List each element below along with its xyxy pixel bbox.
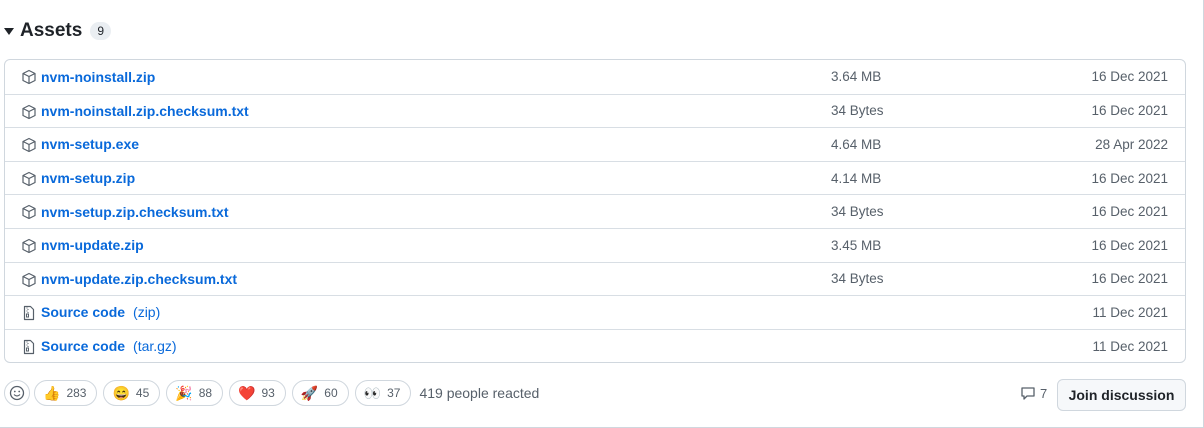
asset-date: 28 Apr 2022 bbox=[1095, 136, 1168, 152]
asset-name: nvm-noinstall.zip bbox=[41, 68, 156, 85]
asset-download-link[interactable]: nvm-setup.zip bbox=[41, 170, 135, 186]
package-icon bbox=[21, 104, 37, 120]
asset-name: Source code bbox=[41, 338, 126, 355]
package-icon bbox=[21, 69, 37, 85]
reaction-button[interactable]: 🎉 88 bbox=[166, 380, 224, 406]
asset-row: nvm-setup.zip 4.14 MB 16 Dec 2021 bbox=[5, 160, 1185, 195]
package-icon bbox=[21, 204, 37, 220]
reaction-count: 283 bbox=[66, 386, 87, 400]
asset-size: 4.64 MB bbox=[831, 136, 882, 152]
asset-name: nvm-noinstall.zip.checksum.txt bbox=[41, 102, 249, 119]
asset-name: nvm-setup.exe bbox=[41, 136, 140, 153]
eyes-icon: 👀 bbox=[363, 385, 382, 401]
reaction-button[interactable]: 👀 37 bbox=[354, 380, 412, 406]
rocket-icon: 🚀 bbox=[300, 385, 319, 401]
asset-date: 16 Dec 2021 bbox=[1091, 69, 1168, 85]
asset-size: 4.14 MB bbox=[831, 170, 882, 186]
thumbs-up-icon: 👍 bbox=[43, 385, 61, 401]
asset-date: 11 Dec 2021 bbox=[1092, 338, 1168, 354]
reaction-count: 37 bbox=[387, 386, 401, 400]
asset-date: 16 Dec 2021 bbox=[1091, 204, 1168, 220]
asset-size: 34 Bytes bbox=[831, 103, 884, 119]
asset-download-link[interactable]: Source code (tar.gz) bbox=[41, 338, 177, 354]
file-zip-icon bbox=[21, 305, 37, 321]
assets-toggle[interactable]: Assets 9 bbox=[4, 18, 112, 44]
asset-name: nvm-setup.zip bbox=[41, 170, 136, 187]
package-icon bbox=[21, 137, 37, 153]
reaction-count: 45 bbox=[135, 386, 150, 400]
caret-down-icon bbox=[4, 28, 14, 35]
asset-date: 16 Dec 2021 bbox=[1091, 103, 1168, 119]
asset-row: nvm-update.zip.checksum.txt 34 Bytes 16 De… bbox=[5, 261, 1185, 296]
asset-size: 34 Bytes bbox=[831, 271, 884, 287]
asset-name: nvm-update.zip.checksum.txt bbox=[41, 270, 238, 287]
package-icon bbox=[21, 171, 37, 187]
reaction-count: 88 bbox=[198, 386, 213, 400]
comment-count-value: 7 bbox=[1040, 385, 1048, 401]
laugh-icon: 😄 bbox=[112, 385, 130, 401]
reaction-button[interactable]: 🚀 60 bbox=[291, 380, 349, 406]
asset-download-link[interactable]: nvm-noinstall.zip bbox=[41, 69, 155, 85]
reaction-button[interactable]: 👍 283 bbox=[34, 380, 98, 406]
comment-count[interactable]: 7 bbox=[1020, 385, 1047, 401]
asset-row: nvm-setup.exe 4.64 MB 28 Apr 2022 bbox=[5, 127, 1185, 161]
smiley-icon bbox=[9, 385, 25, 401]
asset-size: 3.45 MB bbox=[831, 237, 882, 253]
reaction-count: 93 bbox=[261, 386, 275, 400]
add-reaction-button[interactable] bbox=[4, 380, 30, 406]
join-discussion-button[interactable]: Join discussion bbox=[1057, 379, 1186, 411]
hooray-icon: 🎉 bbox=[175, 385, 193, 401]
reactions-summary: 419 people reacted bbox=[419, 385, 540, 401]
asset-download-link[interactable]: nvm-update.zip bbox=[41, 237, 144, 253]
asset-download-link[interactable]: nvm-setup.zip.checksum.txt bbox=[41, 204, 229, 220]
reaction-count: 60 bbox=[324, 386, 338, 400]
asset-row: Source code (tar.gz) 11 Dec 2021 bbox=[5, 328, 1185, 362]
asset-date: 16 Dec 2021 bbox=[1091, 170, 1168, 186]
asset-date: 11 Dec 2021 bbox=[1092, 304, 1168, 320]
assets-count-badge: 9 bbox=[90, 22, 112, 40]
asset-name: nvm-update.zip bbox=[41, 237, 144, 254]
reaction-button[interactable]: 😄 45 bbox=[103, 380, 161, 406]
release-assets-panel: Assets 9 nvm-noinstall.zip 3.64 MB 16 Dec … bbox=[0, 0, 1204, 428]
asset-size: 34 Bytes bbox=[831, 204, 884, 220]
asset-row: nvm-noinstall.zip.checksum.txt 34 Bytes 16… bbox=[5, 93, 1185, 128]
asset-date: 16 Dec 2021 bbox=[1091, 271, 1168, 287]
asset-size: 3.64 MB bbox=[831, 69, 882, 85]
asset-download-link[interactable]: nvm-setup.exe bbox=[41, 136, 139, 152]
asset-download-link[interactable]: nvm-update.zip.checksum.txt bbox=[41, 271, 237, 287]
reactions-bar: 👍 283 😄 45 🎉 88 ❤️ 93 🚀 60 👀 37 419 people reacted bbox=[4, 379, 539, 407]
heart-icon: ❤️ bbox=[238, 385, 256, 401]
asset-download-link[interactable]: nvm-noinstall.zip.checksum.txt bbox=[41, 103, 249, 119]
asset-format: (zip) bbox=[133, 304, 161, 321]
asset-date: 16 Dec 2021 bbox=[1091, 237, 1168, 253]
asset-row: Source code (zip) 11 Dec 2021 bbox=[5, 295, 1185, 329]
asset-name: Source code bbox=[41, 304, 126, 321]
asset-row: nvm-noinstall.zip 3.64 MB 16 Dec 2021 bbox=[5, 60, 1185, 94]
assets-title: Assets bbox=[20, 20, 83, 41]
package-icon bbox=[21, 238, 37, 254]
asset-download-link[interactable]: Source code (zip) bbox=[41, 304, 160, 320]
file-zip-icon bbox=[21, 339, 37, 355]
asset-format: (tar.gz) bbox=[133, 338, 177, 355]
asset-name: nvm-setup.zip.checksum.txt bbox=[41, 203, 229, 220]
package-icon bbox=[21, 272, 37, 288]
asset-row: nvm-update.zip 3.45 MB 16 Dec 2021 bbox=[5, 227, 1185, 262]
asset-row: nvm-setup.zip.checksum.txt 34 Bytes 16 Dec… bbox=[5, 194, 1185, 228]
comment-icon bbox=[1021, 387, 1035, 400]
reaction-button[interactable]: ❤️ 93 bbox=[229, 380, 286, 406]
assets-list: nvm-noinstall.zip 3.64 MB 16 Dec 2021 nvm-n… bbox=[4, 59, 1186, 363]
